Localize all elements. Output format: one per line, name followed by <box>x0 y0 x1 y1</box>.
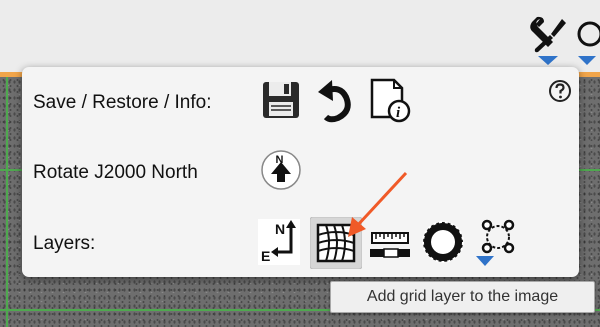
annotation-arrow <box>348 171 408 237</box>
circle-layer-icon[interactable] <box>420 219 466 265</box>
help-question-icon[interactable] <box>548 79 572 103</box>
save-restore-info-label: Save / Restore / Info: <box>33 92 212 113</box>
restore-arrow-icon[interactable] <box>316 79 356 123</box>
wrench-screwdriver-icon[interactable] <box>526 16 570 66</box>
top-toolbar <box>0 0 600 76</box>
layers-label: Layers: <box>33 233 96 254</box>
grid-line <box>6 77 8 327</box>
tools-panel: Save / Restore / Info: Rotate J2000 Nort… <box>22 67 579 277</box>
svg-text:E: E <box>261 248 270 264</box>
zoom-magnifier-icon[interactable] <box>574 16 600 66</box>
shape-layer-icon[interactable] <box>474 217 520 269</box>
grid-layer-tooltip: Add grid layer to the image <box>330 281 595 313</box>
rotate-north-label: Rotate J2000 North <box>33 162 198 183</box>
rotate-north-icon[interactable]: N <box>258 147 304 193</box>
info-document-icon[interactable]: i <box>368 77 412 123</box>
save-floppy-icon[interactable] <box>260 79 302 121</box>
svg-text:N: N <box>275 221 285 237</box>
compass-layer-icon[interactable]: N E <box>257 218 301 266</box>
